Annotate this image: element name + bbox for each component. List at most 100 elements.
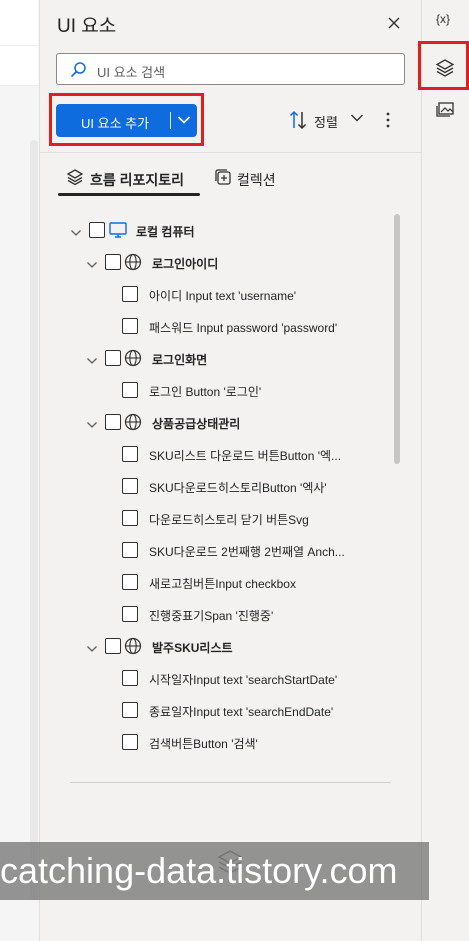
globe-icon xyxy=(124,413,142,431)
tab-label: 컬렉션 xyxy=(237,172,276,188)
right-rail: {x} xyxy=(421,0,469,941)
chevron-down-icon[interactable] xyxy=(86,644,98,654)
tree-node-element[interactable]: 새로고침버튼Input checkbox xyxy=(40,570,390,594)
node-label: 로그인아이디 xyxy=(152,257,219,271)
checkbox[interactable] xyxy=(122,478,138,494)
checkbox[interactable] xyxy=(122,542,138,558)
checkbox[interactable] xyxy=(122,510,138,526)
globe-icon xyxy=(124,349,142,367)
tree-node-element[interactable]: SKU리스트 다운로드 버튼Button '엑... xyxy=(40,442,390,466)
checkbox[interactable] xyxy=(105,350,121,366)
checkbox[interactable] xyxy=(89,222,105,238)
checkbox[interactable] xyxy=(122,286,138,302)
node-label: 발주SKU리스트 xyxy=(152,641,233,655)
node-icon xyxy=(124,349,142,372)
checkbox[interactable] xyxy=(122,670,138,686)
images-icon[interactable] xyxy=(434,101,456,119)
tree-node-group[interactable]: 상품공급상태관리 xyxy=(40,410,390,434)
split-divider xyxy=(170,112,171,129)
node-label: 다운로드히스토리 닫기 버튼Svg xyxy=(149,513,309,527)
search-input[interactable]: UI 요소 검색 xyxy=(56,53,405,85)
tab-collections[interactable]: 컬렉션 xyxy=(208,162,318,196)
close-icon xyxy=(388,17,400,29)
canvas-block xyxy=(0,0,38,46)
chevron-down-icon[interactable] xyxy=(177,115,191,125)
close-button[interactable] xyxy=(385,14,403,32)
node-label: SKU리스트 다운로드 버튼Button '엑... xyxy=(149,449,342,463)
chevron-down-icon[interactable] xyxy=(70,228,82,238)
add-ui-element-button[interactable]: UI 요소 추가 xyxy=(56,104,197,137)
layers-icon xyxy=(66,169,84,186)
globe-icon xyxy=(124,253,142,271)
chevron-down-icon[interactable] xyxy=(86,260,98,270)
tree-node-element[interactable]: 시작일자Input text 'searchStartDate' xyxy=(40,666,390,690)
tab-flow-repository[interactable]: 흐름 리포지토리 xyxy=(56,162,200,196)
collection-add-icon xyxy=(215,169,231,185)
chevron-down-icon[interactable] xyxy=(86,356,98,366)
sort-icon[interactable] xyxy=(289,110,307,130)
panel-title: UI 요소 xyxy=(57,16,117,37)
tree-node-element[interactable]: SKU다운로드히스토리Button '엑사' xyxy=(40,474,390,498)
expand-toggle[interactable] xyxy=(86,641,98,659)
sort-button[interactable]: 정렬 xyxy=(314,112,338,131)
node-icon xyxy=(108,221,128,244)
tree-node-group[interactable]: 로그인아이디 xyxy=(40,250,390,274)
divider xyxy=(40,152,421,153)
tree-node-root[interactable]: 로컬 컴퓨터 xyxy=(40,218,390,242)
node-label: 새로고침버튼Input checkbox xyxy=(149,577,296,591)
active-tab-indicator xyxy=(58,193,200,196)
node-icon xyxy=(124,637,142,660)
checkbox[interactable] xyxy=(122,382,138,398)
checkbox[interactable] xyxy=(105,414,121,430)
tree-node-element[interactable]: 패스워드 Input password 'password' xyxy=(40,314,390,338)
checkbox[interactable] xyxy=(105,638,121,654)
node-label: 로그인화면 xyxy=(152,353,208,367)
chevron-down-icon[interactable] xyxy=(350,113,364,123)
expand-toggle[interactable] xyxy=(86,257,98,275)
ui-elements-panel: UI 요소 UI 요소 검색 UI 요소 추가 정렬 흐름 리포지토리 컬렉션 … xyxy=(40,0,421,941)
checkbox[interactable] xyxy=(122,702,138,718)
watermark-text: catching-data.tistory.com xyxy=(0,842,429,900)
tree-node-group[interactable]: 로그인화면 xyxy=(40,346,390,370)
tree-node-element[interactable]: 다운로드히스토리 닫기 버튼Svg xyxy=(40,506,390,530)
node-label: 상품공급상태관리 xyxy=(152,417,241,431)
canvas-scrollbar[interactable] xyxy=(30,140,38,900)
node-label: 진행중표기Span '진행중' xyxy=(149,609,274,623)
variables-icon[interactable]: {x} xyxy=(436,12,450,26)
designer-canvas-edge xyxy=(0,0,40,941)
node-label: SKU다운로드히스토리Button '엑사' xyxy=(149,481,327,495)
checkbox[interactable] xyxy=(122,734,138,750)
checkbox[interactable] xyxy=(122,606,138,622)
checkbox[interactable] xyxy=(122,574,138,590)
tree-node-element[interactable]: 로그인 Button '로그인' xyxy=(40,378,390,402)
tree-node-element[interactable]: 종료일자Input text 'searchEndDate' xyxy=(40,698,390,722)
node-label: 검색버튼Button '검색' xyxy=(149,737,258,751)
node-label: 패스워드 Input password 'password' xyxy=(149,321,338,335)
node-icon xyxy=(124,413,142,436)
tree-node-element[interactable]: SKU다운로드 2번째행 2번째열 Anch... xyxy=(40,538,390,562)
search-icon xyxy=(70,62,86,78)
search-placeholder: UI 요소 검색 xyxy=(97,65,166,80)
more-options-icon[interactable] xyxy=(383,110,393,130)
tree-node-group[interactable]: 발주SKU리스트 xyxy=(40,634,390,658)
highlight-box xyxy=(418,41,469,90)
expand-toggle[interactable] xyxy=(86,353,98,371)
tab-label: 흐름 리포지토리 xyxy=(90,172,185,188)
expand-toggle[interactable] xyxy=(70,225,82,243)
node-icon xyxy=(124,253,142,276)
canvas-block xyxy=(0,46,38,86)
checkbox[interactable] xyxy=(122,446,138,462)
globe-icon xyxy=(124,637,142,655)
checkbox[interactable] xyxy=(105,254,121,270)
tree-node-element[interactable]: 검색버튼Button '검색' xyxy=(40,730,390,754)
node-label: 종료일자Input text 'searchEndDate' xyxy=(149,705,334,719)
add-ui-element-label: UI 요소 추가 xyxy=(81,116,150,131)
tree-scrollbar[interactable] xyxy=(394,214,400,464)
checkbox[interactable] xyxy=(122,318,138,334)
tree-node-element[interactable]: 진행중표기Span '진행중' xyxy=(40,602,390,626)
tree-node-element[interactable]: 아이디 Input text 'username' xyxy=(40,282,390,306)
node-label: 로컬 컴퓨터 xyxy=(136,225,195,239)
expand-toggle[interactable] xyxy=(86,417,98,435)
node-label: 시작일자Input text 'searchStartDate' xyxy=(149,673,338,687)
chevron-down-icon[interactable] xyxy=(86,420,98,430)
